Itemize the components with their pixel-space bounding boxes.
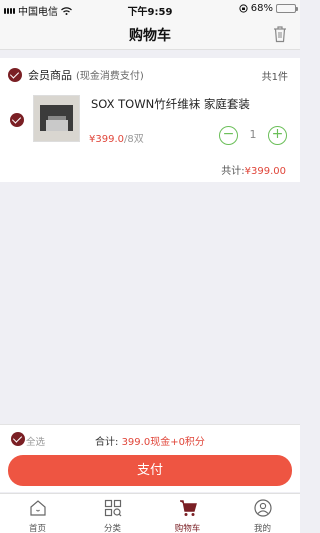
checkout-sum: 合计: 399.0现金+0积分 xyxy=(95,433,205,448)
tab-bar: 首页 分类 购物车 我的 xyxy=(0,493,300,533)
product-name[interactable]: SOX TOWN竹纤维袜 家庭套装 xyxy=(91,96,250,112)
group-total-amount: ¥399.00 xyxy=(244,166,286,177)
group-total-label: 共计: xyxy=(221,166,245,177)
tab-profile-label: 我的 xyxy=(253,524,271,533)
category-icon xyxy=(104,499,121,517)
item-checkbox[interactable] xyxy=(10,113,24,127)
battery-icon xyxy=(276,4,298,13)
tab-category[interactable]: 分类 xyxy=(75,494,150,533)
cart-group-card: 会员商品 (现金消费支付) 共1件 SOX TOWN竹纤维袜 家庭套装 ¥399.… xyxy=(0,58,300,182)
product-unit: /8双 xyxy=(124,134,144,145)
select-all-label[interactable]: 全选 xyxy=(26,434,45,448)
sum-amount: 399.0现金+0积分 xyxy=(121,437,205,448)
cart-group-header: 会员商品 (现金消费支付) 共1件 xyxy=(0,64,300,86)
status-bar: 中国电信 下午9:59 68% xyxy=(0,0,300,18)
sum-label: 合计: xyxy=(95,437,119,448)
tab-cart-label: 购物车 xyxy=(174,524,201,533)
tab-profile[interactable]: 我的 xyxy=(225,494,300,533)
product-price: ¥399.0 xyxy=(89,134,124,145)
group-title: 会员商品 (现金消费支付) xyxy=(28,67,144,83)
cart-icon xyxy=(179,500,197,516)
group-total: 共计:¥399.00 xyxy=(221,162,286,177)
tab-home[interactable]: 首页 xyxy=(0,494,75,533)
orientation-lock-icon xyxy=(239,4,248,13)
group-title-text: 会员商品 xyxy=(28,69,72,82)
select-all-checkbox[interactable] xyxy=(11,432,25,446)
tab-home-label: 首页 xyxy=(28,524,46,533)
group-checkbox[interactable] xyxy=(8,68,22,82)
status-right: 68% xyxy=(239,3,298,14)
group-subtitle: (现金消费支付) xyxy=(76,71,144,82)
product-image[interactable] xyxy=(33,95,80,142)
tab-category-label: 分类 xyxy=(103,524,121,533)
battery-percent: 68% xyxy=(250,3,273,14)
nav-header: 购物车 xyxy=(0,18,300,50)
group-item-count: 共1件 xyxy=(261,72,288,83)
page-title: 购物车 xyxy=(129,28,171,44)
home-icon xyxy=(29,500,46,516)
profile-icon xyxy=(253,499,272,517)
tab-cart[interactable]: 购物车 xyxy=(150,494,225,533)
increase-quantity-button[interactable]: + xyxy=(268,126,287,145)
product-price-line: ¥399.0/8双 xyxy=(89,130,144,145)
pay-button[interactable]: 支付 xyxy=(8,455,292,486)
trash-icon[interactable] xyxy=(272,25,288,43)
checkout-bar: 全选 合计: 399.0现金+0积分 支付 xyxy=(0,424,300,492)
quantity-stepper: − 1 + xyxy=(219,126,287,146)
